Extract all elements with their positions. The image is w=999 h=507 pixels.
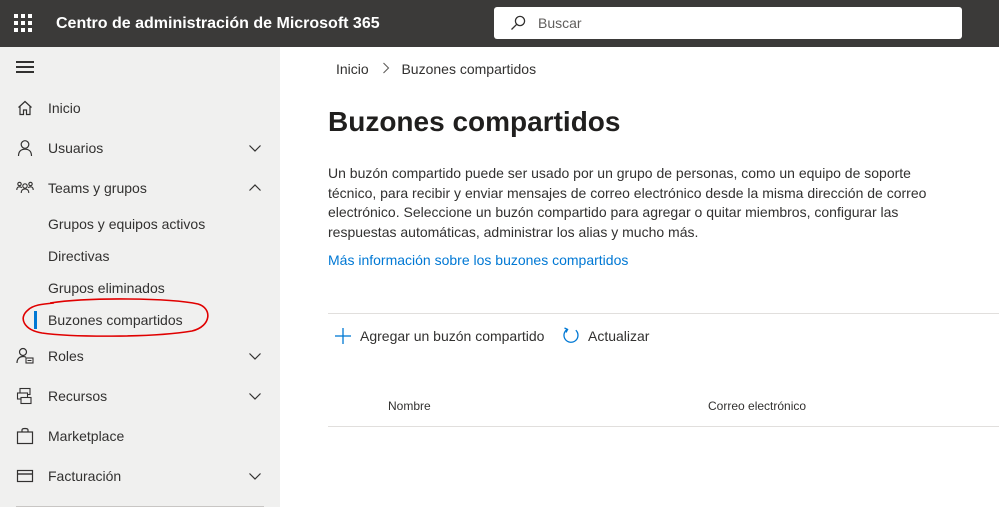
chevron-right-icon — [382, 60, 390, 78]
search-box[interactable] — [494, 7, 962, 39]
collapse-navigation-icon[interactable] — [16, 61, 34, 75]
column-header-correo[interactable]: Correo electrónico — [708, 398, 806, 414]
chevron-down-icon[interactable] — [248, 141, 262, 155]
sidebar-subitem-label: Directivas — [48, 248, 110, 264]
column-header-nombre[interactable]: Nombre — [388, 398, 431, 414]
left-navigation: Inicio Usuarios Teams y grupos Grupos y … — [0, 47, 280, 507]
nav-item-label: Marketplace — [48, 428, 125, 444]
breadcrumb-current: Buzones compartidos — [401, 61, 537, 78]
nav-item-label: Facturación — [48, 468, 122, 484]
user-icon — [17, 140, 33, 157]
marketplace-bag-icon — [16, 427, 34, 445]
home-icon — [18, 100, 32, 116]
sidebar-subitem-directivas[interactable]: Directivas — [0, 240, 280, 272]
add-shared-mailbox-button[interactable]: Agregar un buzón compartido — [334, 325, 550, 347]
nav-item-roles[interactable]: Roles — [0, 336, 280, 376]
sidebar-subitem-grupos-activos[interactable]: Grupos y equipos activos — [0, 208, 280, 240]
nav-item-teams-y-grupos[interactable]: Teams y grupos — [0, 168, 280, 208]
sidebar-subitem-label: Grupos eliminados — [48, 280, 165, 296]
nav-item-marketplace[interactable]: Marketplace — [0, 416, 280, 456]
search-input[interactable] — [538, 13, 938, 33]
roles-icon — [16, 347, 34, 364]
refresh-icon — [563, 327, 579, 343]
chevron-up-icon[interactable] — [248, 181, 262, 195]
chevron-down-icon[interactable] — [248, 389, 262, 403]
nav-item-label: Roles — [48, 348, 84, 364]
search-icon — [511, 15, 526, 30]
refresh-label: Actualizar — [588, 328, 650, 344]
refresh-button[interactable]: Actualizar — [562, 325, 652, 347]
nav-item-label: Usuarios — [48, 140, 104, 156]
resources-icon — [16, 387, 32, 405]
command-bar-divider — [328, 313, 999, 314]
teams-groups-icon — [16, 181, 34, 194]
nav-item-label: Recursos — [48, 388, 108, 404]
page-description: Un buzón compartido puede ser usado por … — [328, 165, 927, 240]
billing-card-icon — [16, 469, 34, 483]
learn-more-link[interactable]: Más información sobre los buzones compar… — [328, 251, 628, 269]
plus-icon — [335, 328, 351, 344]
top-bar: Centro de administración de Microsoft 36… — [0, 0, 999, 47]
nav-item-facturacion[interactable]: Facturación — [0, 456, 280, 496]
nav-item-label: Inicio — [48, 100, 81, 116]
nav-item-inicio[interactable]: Inicio — [0, 88, 280, 128]
red-annotation-circle — [22, 298, 209, 337]
nav-item-usuarios[interactable]: Usuarios — [0, 128, 280, 168]
chevron-down-icon[interactable] — [248, 349, 262, 363]
app-launcher-icon[interactable] — [14, 14, 32, 32]
breadcrumb-home-link[interactable]: Inicio — [336, 60, 369, 78]
breadcrumb: Inicio Buzones compartidos — [336, 59, 536, 78]
table-header-divider — [328, 426, 999, 427]
nav-item-label: Teams y grupos — [48, 180, 147, 196]
chevron-down-icon[interactable] — [248, 469, 262, 483]
page-title: Buzones compartidos — [328, 106, 621, 137]
nav-item-recursos[interactable]: Recursos — [0, 376, 280, 416]
app-title[interactable]: Centro de administración de Microsoft 36… — [56, 14, 380, 34]
sidebar-subitem-label: Grupos y equipos activos — [48, 216, 206, 232]
add-shared-mailbox-label: Agregar un buzón compartido — [360, 328, 545, 344]
